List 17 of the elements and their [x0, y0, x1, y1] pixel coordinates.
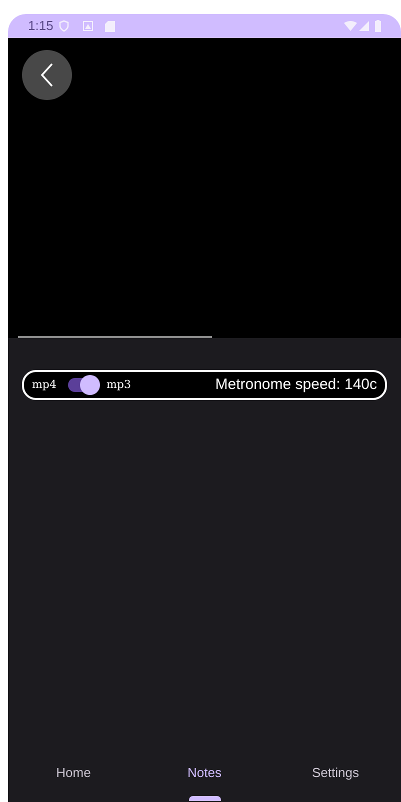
- chevron-left-icon: [40, 62, 54, 88]
- mp4-label: mp4: [32, 376, 56, 393]
- battery-icon: [375, 20, 381, 32]
- format-switch[interactable]: [66, 375, 100, 395]
- nav-tab[interactable]: Home: [8, 746, 139, 802]
- shield-icon: [59, 20, 70, 32]
- back-button[interactable]: [22, 50, 72, 100]
- nav-tab[interactable]: Notes: [139, 746, 270, 802]
- sd-card-icon: [105, 20, 116, 32]
- status-time: 1:15: [28, 17, 54, 36]
- metronome-speed: Metronome speed: 140c: [215, 374, 377, 395]
- nav-tab[interactable]: Settings: [270, 746, 401, 802]
- mp3-label: mp3: [106, 376, 131, 393]
- signal-icon: [359, 21, 369, 31]
- wifi-icon: [344, 21, 357, 31]
- active-indicator: [188, 796, 220, 801]
- image-icon: [83, 21, 94, 31]
